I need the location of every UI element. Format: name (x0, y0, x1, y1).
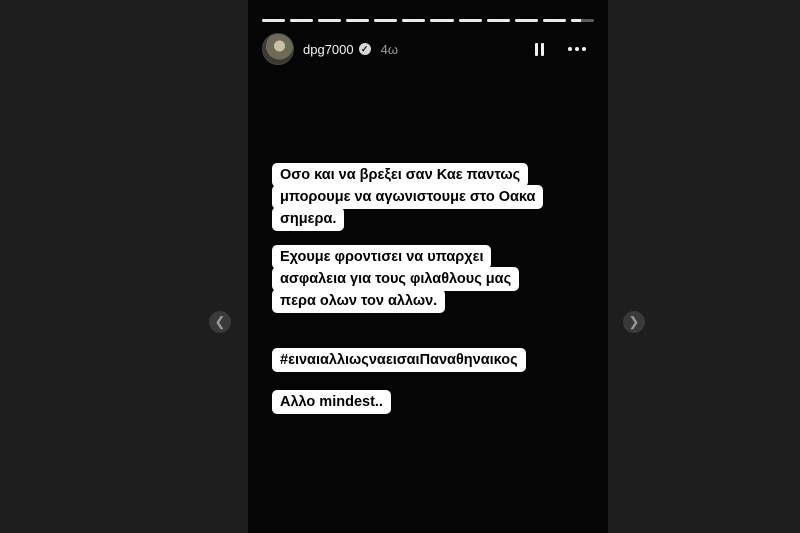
progress-segment-fill (346, 19, 370, 22)
more-options-icon (568, 47, 572, 51)
progress-segment (542, 19, 566, 22)
progress-segment (290, 19, 314, 22)
progress-segment-fill (374, 19, 398, 22)
story-text-line: ασφαλεια για τους φιλαθλους μας (272, 267, 520, 291)
more-options-button[interactable] (566, 43, 588, 55)
story-text-line: μπορουμε να αγωνιστουμε στο Οακα (272, 185, 544, 209)
progress-segment-fill (542, 19, 566, 22)
story-text-block-4: Αλλο mindest.. (272, 390, 391, 414)
chevron-right-icon: ❯ (628, 314, 640, 329)
progress-segment (514, 19, 538, 22)
progress-segment (346, 19, 370, 22)
story-text-line: Αλλο mindest.. (272, 390, 391, 414)
chevron-left-icon: ❮ (214, 314, 226, 329)
progress-segment-fill (570, 19, 582, 22)
progress-segment (430, 19, 454, 22)
story-viewer[interactable]: dpg7000 ✓ 4ω Οσο και να βρεξει σαν Καε π… (248, 0, 608, 533)
progress-segment (486, 19, 510, 22)
progress-segment (318, 19, 342, 22)
story-header: dpg7000 ✓ 4ω (262, 32, 594, 66)
story-text-line: περα ολων τον αλλων. (272, 289, 446, 313)
previous-story-button[interactable]: ❮ (209, 311, 231, 333)
progress-segment-fill (486, 19, 510, 22)
progress-segment (402, 19, 426, 22)
pause-icon (534, 42, 538, 56)
avatar[interactable] (262, 33, 294, 65)
progress-segment-fill (430, 19, 454, 22)
pause-button[interactable] (528, 38, 550, 60)
progress-segment-fill (402, 19, 426, 22)
story-timestamp: 4ω (380, 41, 399, 57)
progress-segment-fill (262, 19, 286, 22)
story-text-block-1: Οσο και να βρεξει σαν Καε παντως μπορουμ… (272, 163, 544, 231)
progress-segment (374, 19, 398, 22)
story-text-block-2: Εχουμε φροντισει να υπαρχει ασφαλεια για… (272, 245, 520, 313)
story-text-line: Οσο και να βρεξει σαν Καε παντως (272, 163, 529, 187)
progress-segment (570, 19, 594, 22)
progress-segment-fill (458, 19, 482, 22)
username[interactable]: dpg7000 (303, 42, 354, 57)
next-story-button[interactable]: ❯ (623, 311, 645, 333)
story-text-line: Εχουμε φροντισει να υπαρχει (272, 245, 492, 269)
verified-badge-icon: ✓ (358, 43, 371, 55)
hashtag-link[interactable]: #ειναιαλλιωςναεισαιΠαναθηναικος (272, 348, 526, 372)
progress-segment-fill (318, 19, 342, 22)
progress-segment-fill (514, 19, 538, 22)
story-hashtag-block: #ειναιαλλιωςναεισαιΠαναθηναικος (272, 348, 526, 372)
story-text-line: σημερα. (272, 207, 345, 231)
progress-segment (262, 19, 286, 22)
progress-segment-fill (290, 19, 314, 22)
progress-segment (458, 19, 482, 22)
story-progress-bar (262, 19, 594, 22)
